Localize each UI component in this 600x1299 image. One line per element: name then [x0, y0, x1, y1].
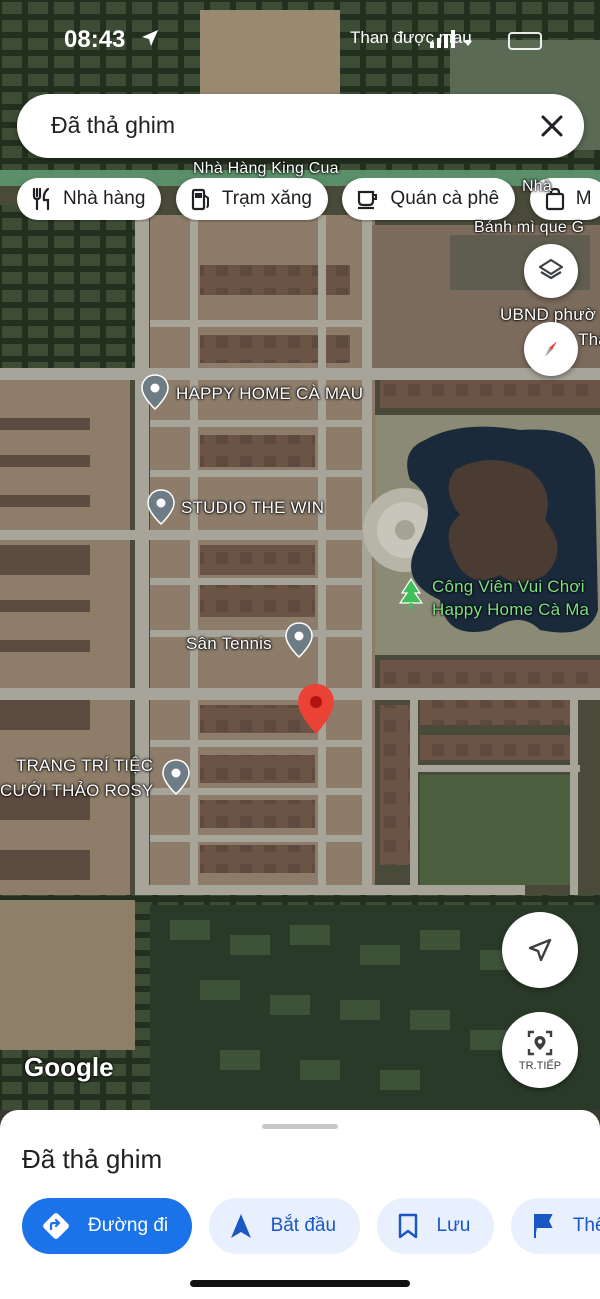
- status-time: 08:43: [64, 26, 126, 53]
- category-chips: Nhà hàng Trạm xăng Quán cà phê M: [17, 178, 600, 222]
- live-view-icon: [527, 1030, 553, 1056]
- battery-icon: [508, 32, 542, 50]
- add-label-button[interactable]: Thê: [510, 1198, 600, 1254]
- start-label: Bắt đầu: [270, 1215, 337, 1236]
- place-pin-icon[interactable]: [285, 622, 313, 658]
- add-label-label: Thê: [572, 1215, 600, 1236]
- status-bar: 08:43 Than được mau: [0, 22, 600, 62]
- sheet-drag-handle[interactable]: [262, 1124, 338, 1129]
- action-buttons: Đường đi Bắt đầu Lưu Thê: [22, 1198, 600, 1254]
- live-view-button[interactable]: TR.TIẾP: [502, 1012, 578, 1088]
- map-label-studio[interactable]: STUDIO THE WIN: [181, 498, 324, 518]
- place-pin-icon[interactable]: [162, 759, 190, 795]
- location-arrow-icon: [140, 28, 160, 53]
- directions-icon: [43, 1213, 69, 1239]
- live-view-label: TR.TIẾP: [518, 1060, 562, 1072]
- map-label-tennis[interactable]: Sân Tennis: [186, 634, 272, 654]
- place-pin-icon[interactable]: [141, 374, 169, 410]
- close-icon[interactable]: [538, 112, 566, 140]
- dropped-pin-icon[interactable]: [297, 683, 335, 735]
- layers-button[interactable]: [524, 244, 578, 298]
- chip-coffee[interactable]: Quán cà phê: [342, 178, 516, 220]
- navigation-arrow-icon: [528, 938, 552, 962]
- map-label-rosy-2[interactable]: CƯỚI THẢO ROSY: [0, 781, 153, 801]
- map-label-park-1[interactable]: Công Viên Vui Chơi: [432, 577, 585, 597]
- map-label-banh-mi[interactable]: Bánh mì que G: [474, 219, 584, 237]
- compass-icon: [545, 341, 557, 357]
- chip-restaurant-label: Nhà hàng: [63, 188, 146, 209]
- flag-icon: [533, 1214, 553, 1238]
- chip-shopping-label: M: [575, 188, 592, 209]
- fork-knife-icon: [32, 187, 50, 211]
- gas-pump-icon: [191, 188, 209, 211]
- save-label: Lưu: [436, 1215, 471, 1236]
- compass-button[interactable]: [524, 322, 578, 376]
- home-indicator[interactable]: [190, 1280, 410, 1287]
- park-pin-icon[interactable]: [397, 576, 425, 612]
- map-label-rosy-1[interactable]: TRANG TRÍ TIỆC: [16, 756, 153, 776]
- coffee-cup-icon: [358, 190, 378, 210]
- google-attribution: Google: [24, 1052, 114, 1082]
- search-input[interactable]: Đã thả ghim: [51, 112, 175, 139]
- place-pin-icon[interactable]: [147, 489, 175, 525]
- layers-icon: [538, 258, 564, 280]
- search-bar[interactable]: Đã thả ghim: [17, 94, 584, 158]
- save-button[interactable]: Lưu: [376, 1198, 495, 1254]
- my-location-button[interactable]: [502, 912, 578, 988]
- sheet-title: Đã thả ghim: [22, 1144, 163, 1174]
- wifi-icon: [428, 28, 488, 55]
- bottom-sheet[interactable]: Đã thả ghim Đường đi Bắt đầu Lưu Thê: [0, 1110, 600, 1299]
- chip-gas-station-label: Trạm xăng: [221, 188, 312, 209]
- directions-button[interactable]: Đường đi: [22, 1198, 193, 1254]
- map-label-tha[interactable]: Thà: [578, 330, 600, 350]
- chip-restaurant[interactable]: Nhà hàng: [17, 178, 162, 220]
- map-label-nha[interactable]: Nhà: [522, 178, 552, 196]
- chip-coffee-label: Quán cà phê: [390, 188, 500, 209]
- start-button[interactable]: Bắt đầu: [208, 1198, 361, 1254]
- map-label-happy-home[interactable]: HAPPY HOME CÀ MAU: [176, 384, 363, 404]
- map-label-restaurant[interactable]: Nhà Hàng King Cua: [193, 160, 339, 178]
- directions-label: Đường đi: [88, 1215, 169, 1236]
- bookmark-icon: [398, 1213, 417, 1239]
- navigation-arrow-icon: [230, 1214, 251, 1238]
- satellite-map[interactable]: 08:43 Than được mau Đã thả ghim Nhà hàng…: [0, 0, 600, 1110]
- chip-gas-station[interactable]: Trạm xăng: [175, 178, 328, 220]
- map-label-park-2[interactable]: Happy Home Cà Ma: [432, 600, 589, 620]
